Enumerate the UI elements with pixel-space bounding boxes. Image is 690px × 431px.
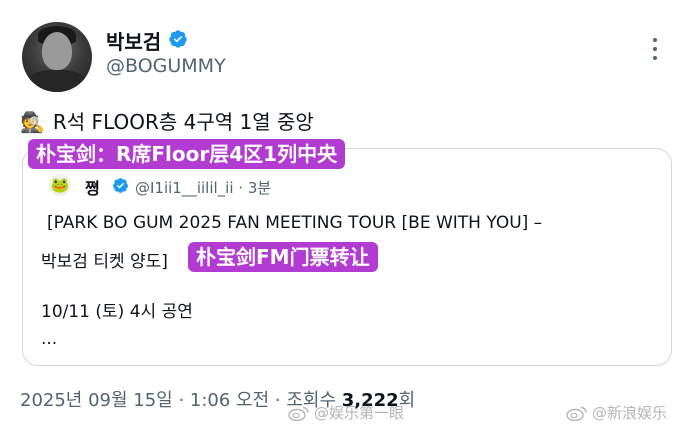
weibo-logo-icon: [566, 406, 587, 421]
tweet-body: R석 FLOOR층 4구역 1열 중앙: [52, 110, 314, 134]
quoted-text-line-2: 박보검 티켓 양도]: [41, 252, 168, 272]
watermark-right-text: @新浪娱乐: [592, 404, 668, 422]
watermark-left-text: @娱乐第一眼: [314, 404, 405, 422]
avatar-body: [28, 70, 86, 92]
detective-emoji-icon: 🕵: [20, 110, 45, 134]
quoted-display-name: 쪙: [85, 179, 100, 198]
weibo-logo-icon: [288, 406, 309, 421]
tweet-text: 🕵 R석 FLOOR층 4구역 1열 중앙: [20, 106, 314, 135]
translation-caption-1: 朴宝剑：R席Floor层4区1列中央: [28, 139, 346, 169]
quoted-avatar[interactable]: 🐸: [49, 174, 71, 196]
quoted-text-line-1: [PARK BO GUM 2025 FAN MEETING TOUR [BE W…: [47, 213, 543, 233]
author-handle[interactable]: @BOGUMMY: [106, 55, 226, 77]
verified-badge-icon: [169, 30, 187, 48]
avatar[interactable]: [22, 22, 92, 92]
author-display-name[interactable]: 박보검: [106, 26, 161, 55]
quoted-text-line-3: 10/11 (토) 4시 공연: [41, 302, 193, 322]
quoted-verified-badge-icon: [113, 178, 128, 193]
avatar-face: [42, 32, 72, 70]
watermark-right: @新浪娱乐: [566, 402, 667, 423]
watermark-left: @娱乐第一眼: [288, 402, 404, 423]
more-options-icon[interactable]: [651, 38, 659, 60]
translation-caption-2: 朴宝剑FM门票转让: [188, 242, 378, 272]
quoted-text-line-4: ...: [41, 329, 58, 349]
quoted-handle-time: @I1ii1__iilil_ii · 3분: [135, 179, 272, 197]
